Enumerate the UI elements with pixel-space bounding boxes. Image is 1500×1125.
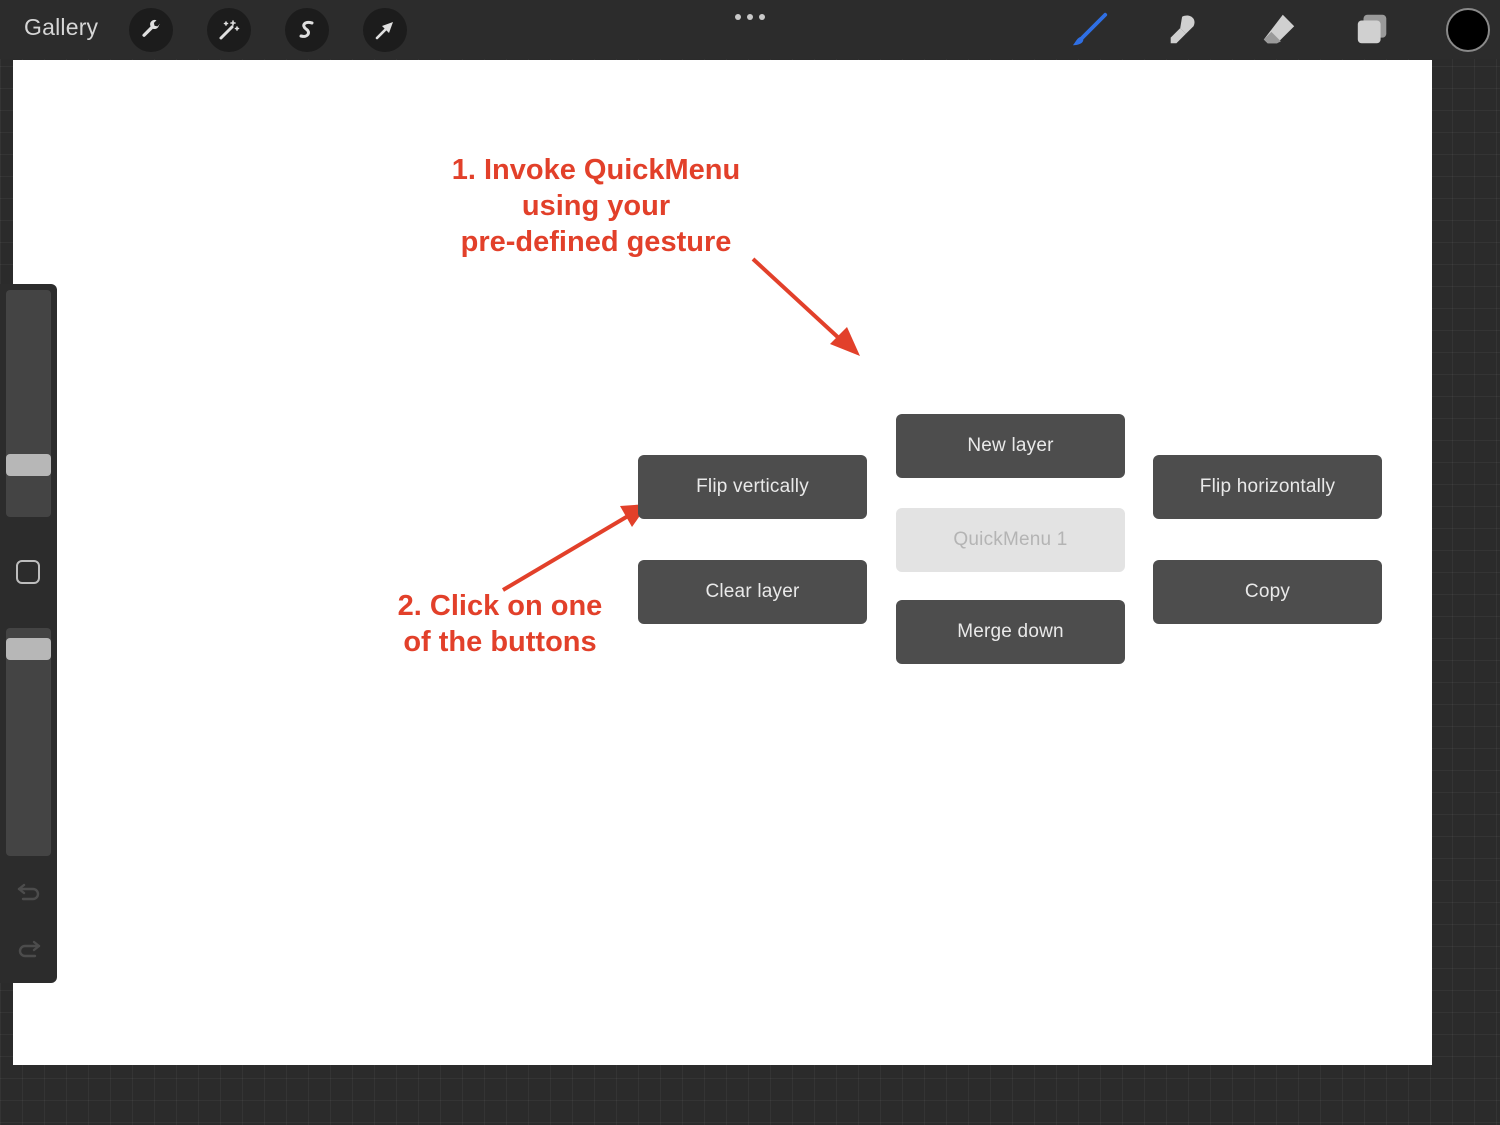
dot-icon [735,14,741,20]
adjustments-button[interactable] [207,8,251,52]
brush-size-thumb[interactable] [6,454,51,476]
quickmenu-clear-layer-button[interactable]: Clear layer [638,560,867,624]
more-options-button[interactable] [735,12,765,22]
erase-tool-button[interactable] [1259,10,1299,50]
selection-s-icon [299,21,314,38]
step2-annotation: 2. Click on one of the buttons [397,590,603,658]
selection-button[interactable] [285,8,329,52]
quickmenu-flip-vertically-button[interactable]: Flip vertically [638,455,867,519]
step1-annotation: 1. Invoke QuickMenu using your pre-defin… [451,154,741,258]
quickmenu-title: QuickMenu 1 [896,508,1125,572]
transform-button[interactable] [363,8,407,52]
quickmenu-merge-down-button[interactable]: Merge down [896,600,1125,664]
smudge-icon [1170,15,1195,44]
paint-tool-button[interactable] [1070,10,1110,50]
gallery-button[interactable]: Gallery [24,14,98,41]
actions-button[interactable] [129,8,173,52]
layers-button[interactable] [1353,10,1393,50]
dot-icon [759,14,765,20]
modify-button[interactable] [16,560,40,584]
undo-icon[interactable] [16,879,42,905]
sidebar [0,284,57,983]
redo-icon[interactable] [16,936,42,962]
opacity-thumb[interactable] [6,638,51,661]
opacity-slider[interactable] [6,628,51,856]
layers-icon [1357,14,1387,44]
wrench-icon [142,19,160,37]
quickmenu-new-layer-button[interactable]: New layer [896,414,1125,478]
arrow-cursor-icon [375,22,393,40]
top-toolbar: Gallery [0,0,1500,59]
brush-size-slider[interactable] [6,290,51,517]
quickmenu-flip-horizontally-button[interactable]: Flip horizontally [1153,455,1382,519]
smudge-tool-button[interactable] [1164,10,1204,50]
color-picker-button[interactable] [1446,8,1490,52]
eraser-icon [1263,14,1295,44]
quickmenu-copy-button[interactable]: Copy [1153,560,1382,624]
brush-icon [1072,12,1108,46]
dot-icon [747,14,753,20]
magic-wand-icon [219,20,240,40]
